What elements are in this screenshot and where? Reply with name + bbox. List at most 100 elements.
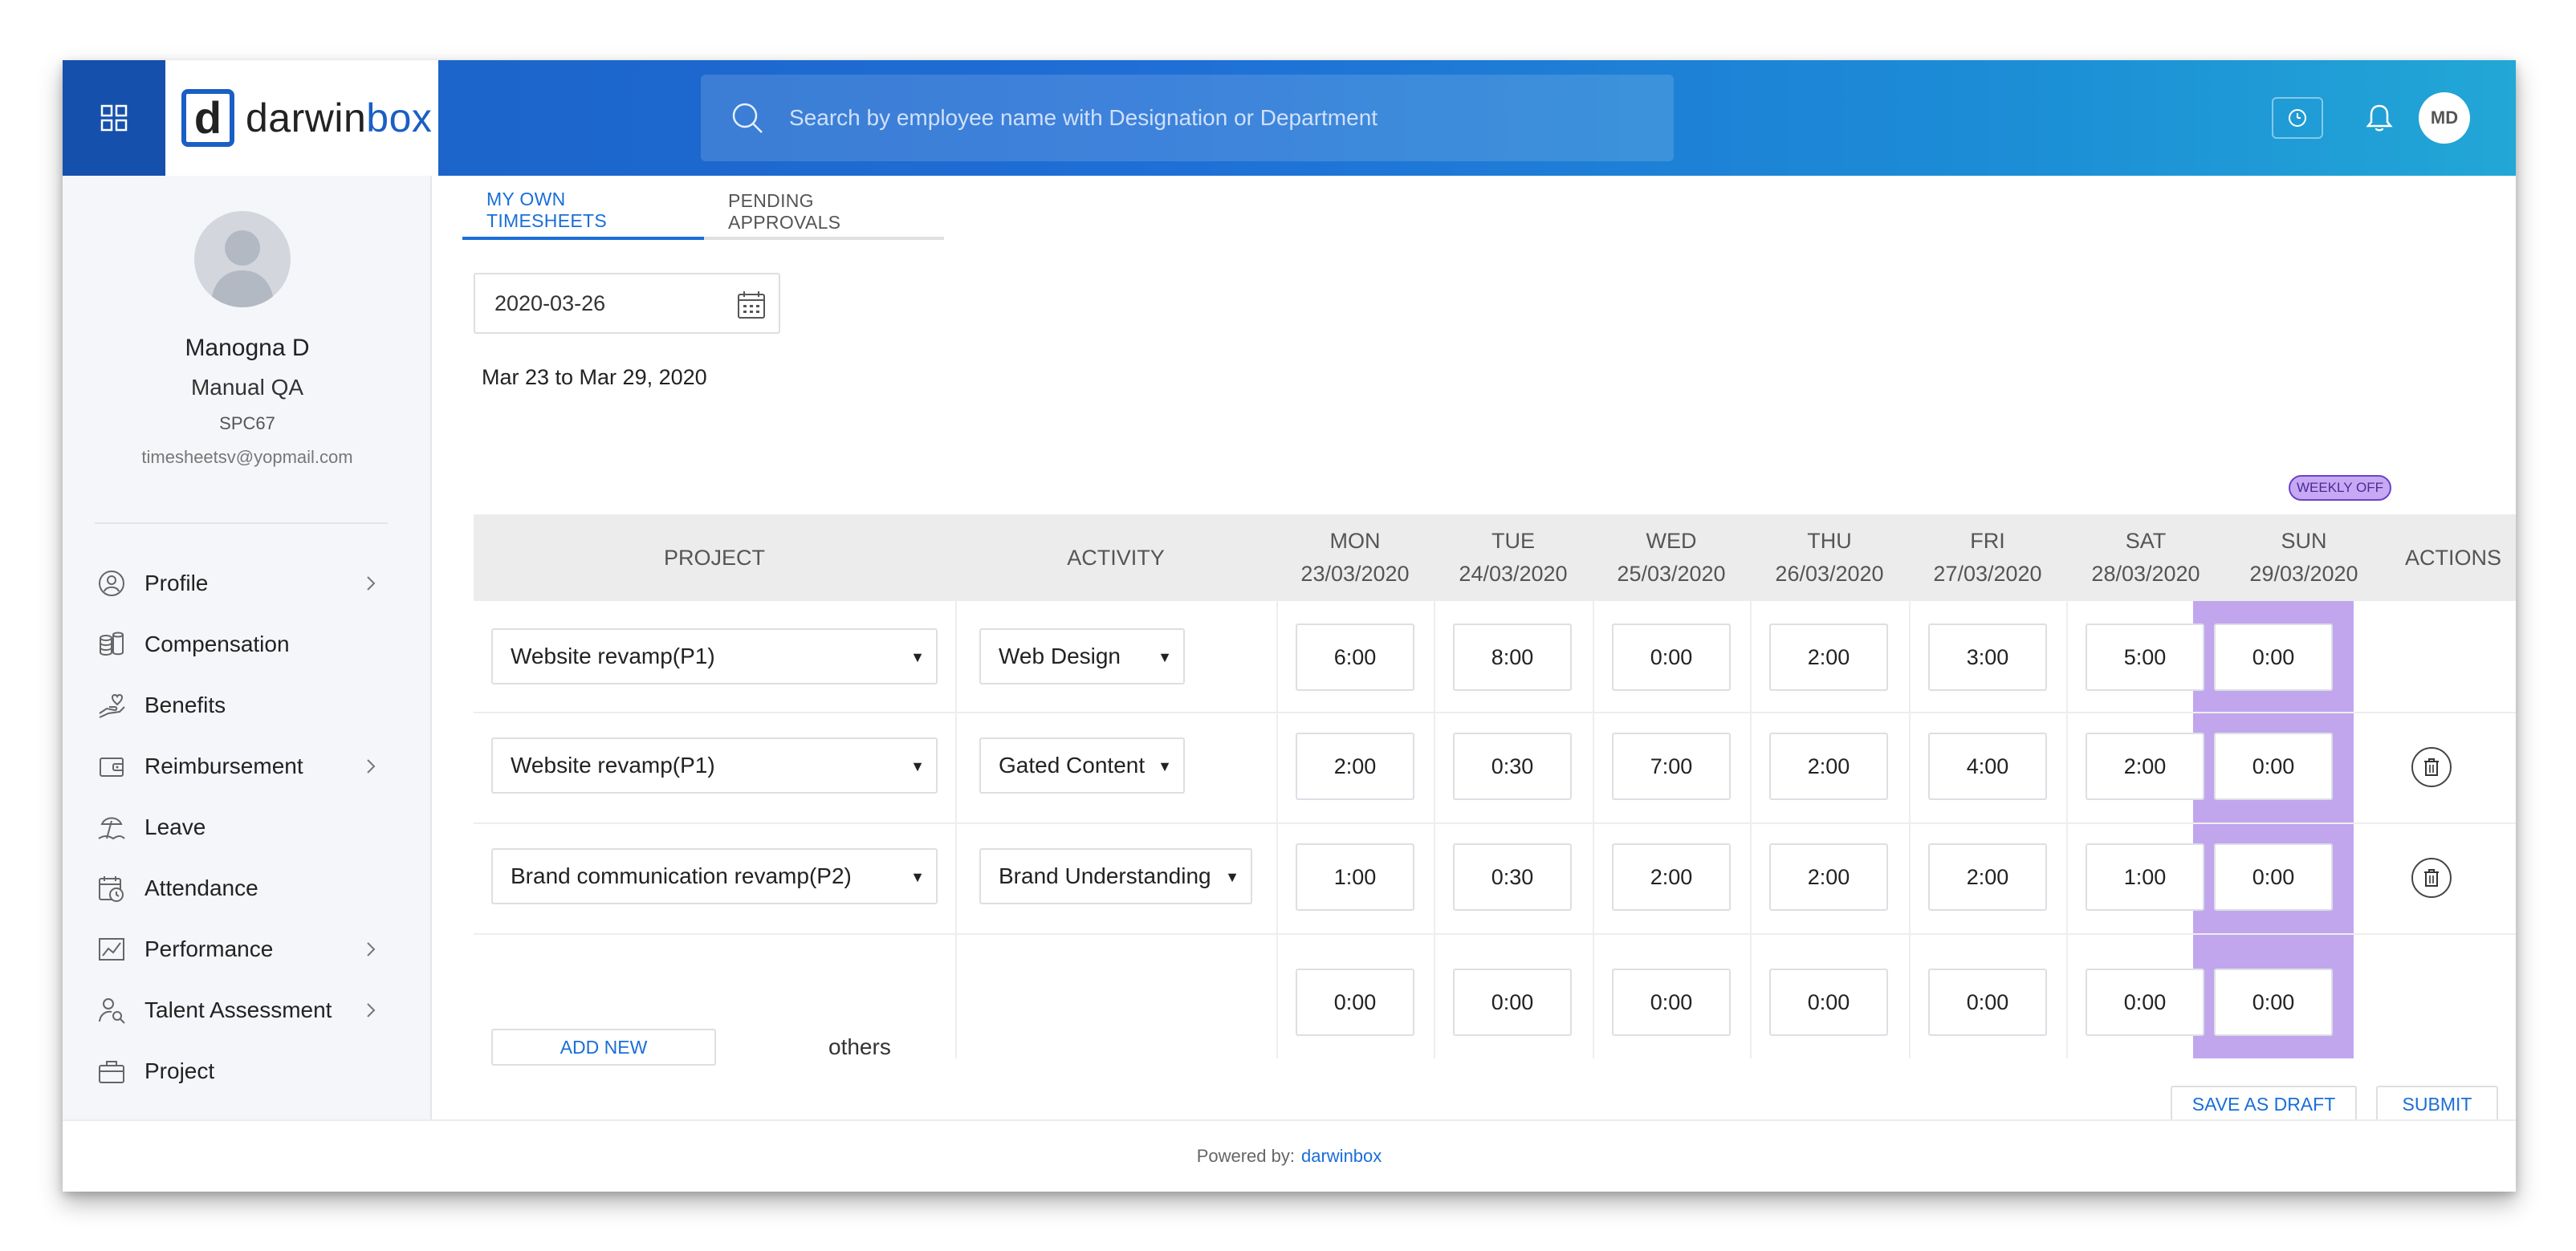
hours-input-sat[interactable]: 5:00 [2086,623,2204,691]
hours-input-mon[interactable]: 2:00 [1296,733,1414,800]
sidebar-item-project[interactable]: Project [63,1041,432,1102]
others-hours-input-thu[interactable]: 0:00 [1769,969,1888,1036]
hours-input-mon[interactable]: 1:00 [1296,843,1414,911]
trash-icon [2424,869,2439,887]
chevron-right-icon [367,759,376,774]
date-picker[interactable]: 2020-03-26 [474,273,780,334]
others-hours-input-tue[interactable]: 0:00 [1453,969,1572,1036]
chevron-right-icon [367,1003,376,1017]
delete-row-button[interactable] [2411,858,2452,898]
sidebar-item-attendance[interactable]: Attendance [63,858,432,919]
top-bar: d darwinbox MD [63,60,2516,176]
chevron-right-icon [367,576,376,591]
hours-input-sun[interactable]: 0:00 [2214,733,2333,800]
date-value: 2020-03-26 [494,290,606,315]
hours-input-sat[interactable]: 2:00 [2086,733,2204,800]
main-content: MY OWN TIMESHEETS PENDING APPROVALS 2020… [432,176,2516,1123]
hours-input-tue[interactable]: 0:30 [1453,733,1572,800]
sidebar-item-reimbursement[interactable]: Reimbursement [63,736,432,797]
calendar-icon[interactable] [735,289,767,321]
delete-row-button[interactable] [2411,747,2452,787]
tab-pending-approvals[interactable]: PENDING APPROVALS [704,184,944,240]
project-select[interactable]: Brand communication revamp(P2) ▼ [491,848,938,904]
notifications-button[interactable] [2357,95,2402,140]
sidebar-item-compensation[interactable]: Compensation [63,614,432,675]
others-hours-input-wed[interactable]: 0:00 [1612,969,1731,1036]
row-divider [474,822,2516,824]
column-header-wed: WED 25/03/2020 [1617,529,1726,586]
column-header-sat: SAT 28/03/2020 [2091,529,2200,586]
sidebar-item-benefits[interactable]: Benefits [63,675,432,736]
chart-line-icon [95,932,128,966]
column-divider [2066,601,2068,1058]
search-input[interactable] [789,105,1592,131]
footer-brand-link[interactable]: darwinbox [1301,1146,1382,1167]
sidebar-item-label: Talent Assessment [144,997,332,1022]
column-divider [1434,601,1435,1058]
profile-name: Manogna D [185,335,310,361]
column-header-thu: THU 26/03/2020 [1775,529,1884,586]
hours-input-sat[interactable]: 1:00 [2086,843,2204,911]
caret-down-icon: ▼ [910,649,925,665]
logo-text: darwinbox [246,95,433,140]
column-divider [1593,601,1594,1058]
darwinbox-logo[interactable]: d darwinbox [165,60,438,176]
column-divider [955,601,957,1058]
activity-select[interactable]: Gated Content ▼ [979,737,1185,794]
project-select[interactable]: Website revamp(P1) ▼ [491,628,938,684]
caret-down-icon: ▼ [1225,869,1239,885]
user-silhouette-icon [210,230,275,307]
sidebar-item-talent-assessment[interactable]: Talent Assessment [63,980,432,1041]
sidebar-item-label: Attendance [144,875,258,900]
column-header-activity: ACTIVITY [1067,545,1165,570]
caret-down-icon: ▼ [1158,758,1172,774]
others-hours-input-sat[interactable]: 0:00 [2086,969,2204,1036]
hours-input-wed[interactable]: 7:00 [1612,733,1731,800]
hours-input-tue[interactable]: 0:30 [1453,843,1572,911]
hours-input-thu[interactable]: 2:00 [1769,623,1888,691]
calendar-clock-icon [95,871,128,905]
column-divider [1909,601,1911,1058]
others-hours-input-fri[interactable]: 0:00 [1928,969,2047,1036]
hours-input-fri[interactable]: 3:00 [1928,623,2047,691]
others-hours-input-mon[interactable]: 0:00 [1296,969,1414,1036]
search-icon [732,103,763,133]
tab-my-own-timesheets[interactable]: MY OWN TIMESHEETS [462,184,704,240]
user-avatar-button[interactable]: MD [2419,92,2470,144]
sidebar-item-label: Project [144,1058,215,1083]
activity-select[interactable]: Web Design ▼ [979,628,1185,684]
sidebar-item-performance[interactable]: Performance [63,919,432,980]
user-search-icon [95,993,128,1027]
profile-role: Manual QA [190,375,304,400]
timer-button[interactable] [2272,97,2323,139]
save-as-draft-button[interactable]: SAVE AS DRAFT [2171,1086,2357,1123]
submit-button[interactable]: SUBMIT [2376,1086,2498,1123]
activity-select[interactable]: Brand Understanding ▼ [979,848,1252,904]
hours-input-thu[interactable]: 2:00 [1769,733,1888,800]
others-hours-input-sun[interactable]: 0:00 [2214,969,2333,1036]
sidebar-item-leave[interactable]: Leave [63,797,432,858]
chevron-right-icon [367,942,376,957]
project-select[interactable]: Website revamp(P1) ▼ [491,737,938,794]
hours-input-sun[interactable]: 0:00 [2214,843,2333,911]
hours-input-sun[interactable]: 0:00 [2214,623,2333,691]
search-bar [701,75,1674,161]
sidebar-item-label: Benefits [144,693,226,717]
sidebar-item-label: Profile [144,571,209,595]
hours-input-wed[interactable]: 0:00 [1612,623,1731,691]
grid-icon [100,104,128,132]
hours-input-thu[interactable]: 2:00 [1769,843,1888,911]
add-new-button[interactable]: ADD NEW [491,1029,716,1066]
sidebar-item-profile[interactable]: Profile [63,553,432,614]
hours-input-fri[interactable]: 4:00 [1928,733,2047,800]
project-select-value: Website revamp(P1) [511,644,715,668]
apps-menu-button[interactable] [63,60,165,176]
hours-input-wed[interactable]: 2:00 [1612,843,1731,911]
column-header-fri: FRI 27/03/2020 [1933,529,2042,586]
wallet-icon [95,749,128,783]
sidebar-item-label: Performance [144,936,274,961]
hours-input-fri[interactable]: 2:00 [1928,843,2047,911]
hours-input-mon[interactable]: 6:00 [1296,623,1414,691]
hours-input-tue[interactable]: 8:00 [1453,623,1572,691]
column-header-actions: ACTIONS [2404,545,2501,570]
